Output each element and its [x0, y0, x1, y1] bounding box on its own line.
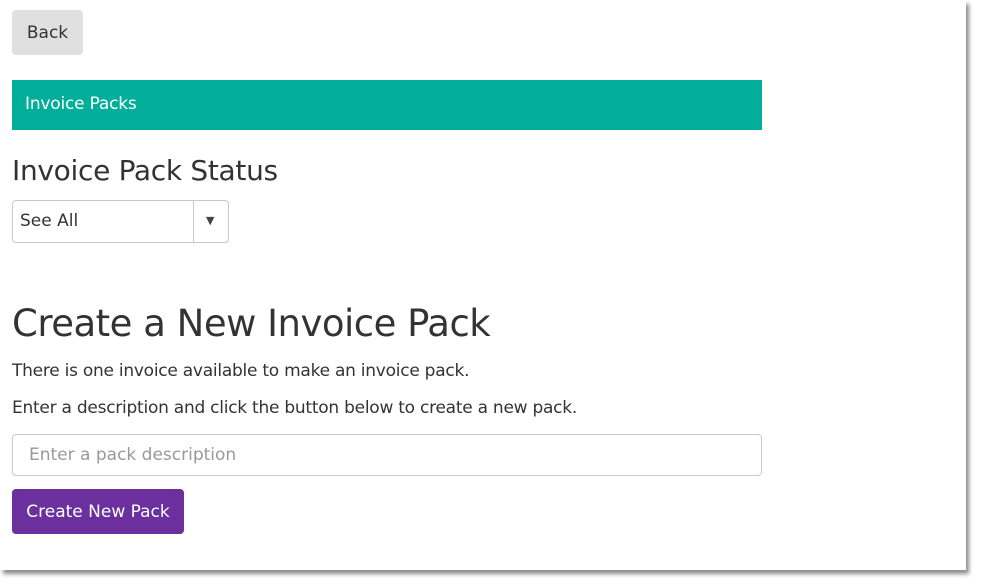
invoice-packs-panel-header: Invoice Packs [12, 80, 762, 130]
create-instruction-text: Enter a description and click the button… [12, 398, 578, 418]
triangle-down-icon[interactable]: ▼ [206, 214, 214, 227]
create-invoice-pack-heading: Create a New Invoice Pack [12, 302, 491, 345]
back-button[interactable]: Back [12, 10, 83, 55]
invoice-availability-text: There is one invoice available to make a… [12, 361, 470, 381]
status-filter-selected-value: See All [20, 211, 79, 231]
pack-description-input[interactable] [12, 434, 762, 476]
invoice-pack-status-heading: Invoice Pack Status [12, 154, 278, 187]
app-window: Back Invoice Packs Invoice Pack Status S… [0, 0, 966, 570]
panel-title: Invoice Packs [25, 94, 137, 114]
create-new-pack-button[interactable]: Create New Pack [12, 489, 184, 534]
status-filter-select[interactable]: See All ▼ [12, 200, 229, 243]
select-divider [193, 201, 194, 242]
